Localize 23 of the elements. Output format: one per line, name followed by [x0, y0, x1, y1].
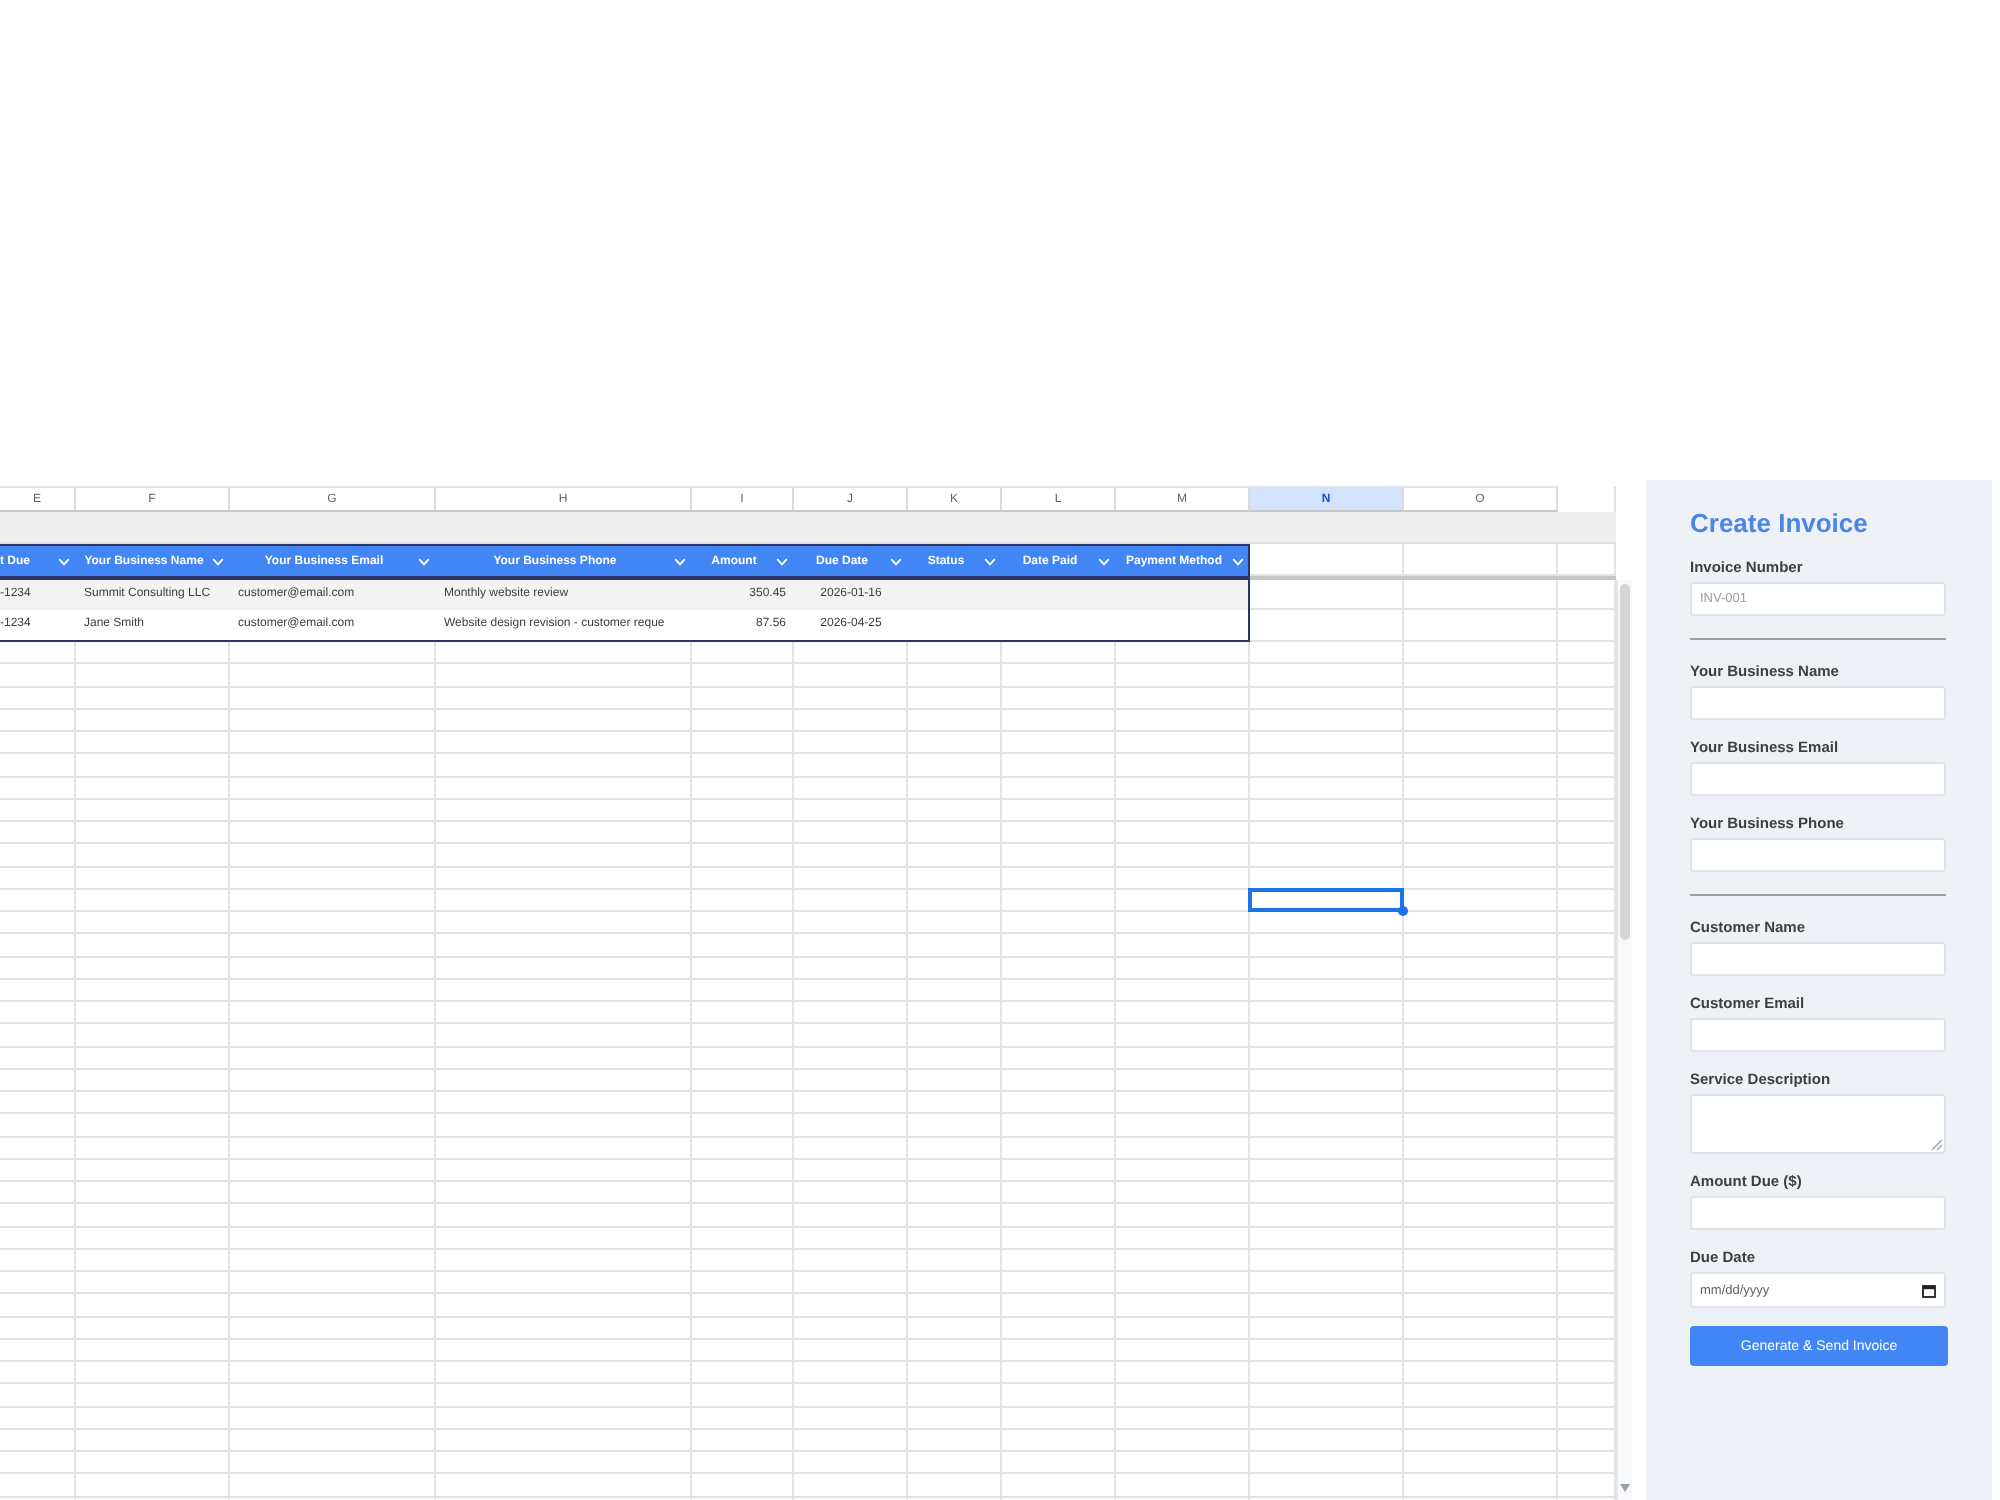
text-input[interactable]: [1690, 1018, 1946, 1052]
selected-cell[interactable]: [1248, 887, 1404, 912]
chevron-down-icon[interactable]: [212, 557, 224, 565]
fill-handle[interactable]: [1398, 906, 1408, 916]
text-input[interactable]: [1690, 838, 1946, 872]
scrollbar-thumb[interactable]: [1620, 584, 1630, 940]
text-input[interactable]: [1690, 942, 1946, 976]
scroll-arrow-icon[interactable]: [1620, 1484, 1630, 1492]
chevron-down-icon[interactable]: [1098, 557, 1110, 565]
chevron-down-icon[interactable]: [984, 557, 996, 565]
form-title: Create Invoice: [1690, 508, 1870, 540]
chevron-down-icon[interactable]: [58, 557, 70, 565]
text-input[interactable]: [1690, 762, 1946, 796]
chevron-down-icon[interactable]: [674, 557, 686, 565]
resize-grip-icon[interactable]: [1932, 1140, 1942, 1150]
text-area-field[interactable]: [1690, 1094, 1946, 1154]
text-input[interactable]: [1690, 686, 1946, 720]
calendar-icon[interactable]: [1922, 1283, 1936, 1297]
chevron-down-icon[interactable]: [890, 557, 902, 565]
chevron-down-icon[interactable]: [1232, 557, 1244, 565]
text-input[interactable]: [1690, 1196, 1946, 1230]
chevron-down-icon[interactable]: [776, 557, 788, 565]
chevron-down-icon[interactable]: [418, 557, 430, 565]
